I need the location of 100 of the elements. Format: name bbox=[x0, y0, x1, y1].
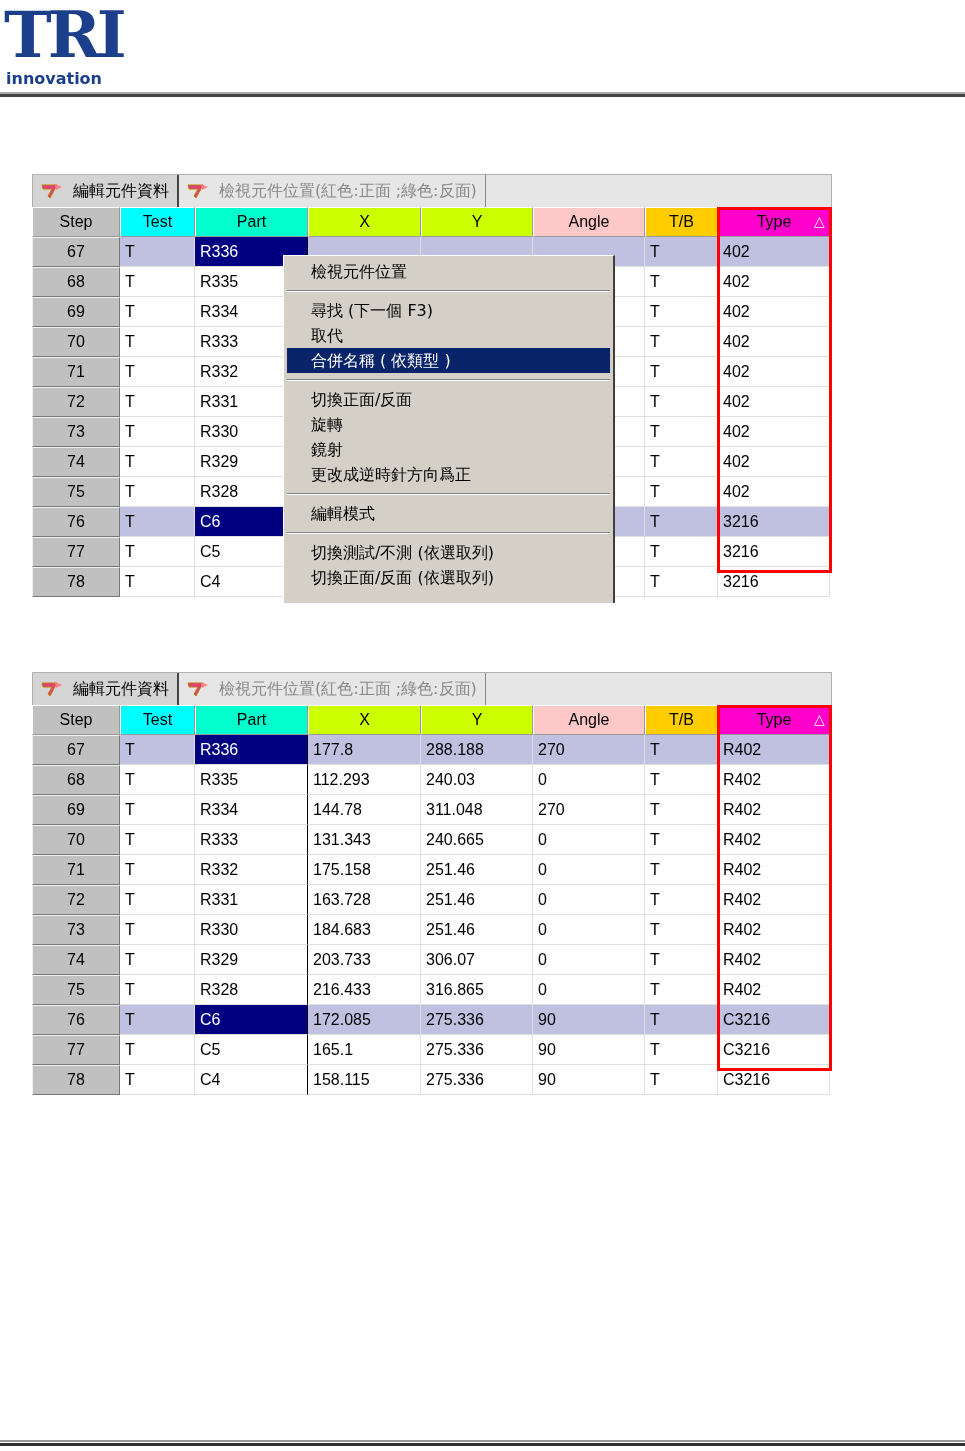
column-header[interactable]: X bbox=[308, 705, 421, 735]
column-header[interactable]: Angle bbox=[533, 705, 645, 735]
table-cell: T bbox=[120, 357, 195, 387]
row-header[interactable]: 76 bbox=[32, 1005, 120, 1035]
table-cell: 270 bbox=[533, 735, 645, 765]
table-cell: T bbox=[645, 507, 718, 537]
table-cell: 3216 bbox=[718, 507, 830, 537]
column-header[interactable]: X bbox=[308, 207, 421, 237]
row-header[interactable]: 75 bbox=[32, 477, 120, 507]
row-header[interactable]: 76 bbox=[32, 507, 120, 537]
row-header[interactable]: 69 bbox=[32, 297, 120, 327]
row-header[interactable]: 68 bbox=[32, 267, 120, 297]
table-cell: 288.188 bbox=[421, 735, 533, 765]
table-cell: 131.343 bbox=[308, 825, 421, 855]
logo-mark: TRI bbox=[4, 0, 123, 70]
row-header[interactable]: 73 bbox=[32, 417, 120, 447]
table-cell: 165.1 bbox=[308, 1035, 421, 1065]
row-header[interactable]: 67 bbox=[32, 735, 120, 765]
table-cell: 251.46 bbox=[421, 915, 533, 945]
table-cell: 0 bbox=[533, 915, 645, 945]
column-header[interactable]: T/B bbox=[645, 207, 718, 237]
table-cell: 251.46 bbox=[421, 885, 533, 915]
row-header[interactable]: 74 bbox=[32, 945, 120, 975]
tab-label: 檢視元件位置(紅色:正面 ;綠色:反面) bbox=[219, 180, 477, 202]
table-cell: 306.07 bbox=[421, 945, 533, 975]
column-label: T/B bbox=[669, 213, 694, 231]
tab-label: 編輯元件資料 bbox=[73, 678, 169, 700]
table-cell: R336 bbox=[195, 735, 308, 765]
table-cell: R328 bbox=[195, 975, 308, 1005]
row-header[interactable]: 68 bbox=[32, 765, 120, 795]
table-cell: 240.03 bbox=[421, 765, 533, 795]
table-cell: T bbox=[120, 765, 195, 795]
table-cell: 163.728 bbox=[308, 885, 421, 915]
table-cell: T bbox=[120, 477, 195, 507]
row-header[interactable]: 71 bbox=[32, 357, 120, 387]
table-cell: T bbox=[120, 537, 195, 567]
column-header[interactable]: Test bbox=[120, 207, 195, 237]
table-cell: 275.336 bbox=[421, 1065, 533, 1095]
row-header[interactable]: 75 bbox=[32, 975, 120, 1005]
column-header[interactable]: Part bbox=[195, 207, 308, 237]
column-header[interactable]: Angle bbox=[533, 207, 645, 237]
table-cell: 144.78 bbox=[308, 795, 421, 825]
column-header[interactable]: Y bbox=[421, 207, 533, 237]
table-cell: 0 bbox=[533, 765, 645, 795]
table-cell: R330 bbox=[195, 915, 308, 945]
column-label: Part bbox=[236, 711, 267, 729]
column-header[interactable]: Step bbox=[32, 207, 120, 237]
column-label: Y bbox=[471, 213, 483, 231]
table-cell: T bbox=[120, 855, 195, 885]
tab-label: 編輯元件資料 bbox=[73, 180, 169, 202]
row-header[interactable]: 71 bbox=[32, 855, 120, 885]
row-header[interactable]: 78 bbox=[32, 1065, 120, 1095]
table-cell: R331 bbox=[195, 885, 308, 915]
column-header[interactable]: Part bbox=[195, 705, 308, 735]
table-cell: T bbox=[120, 297, 195, 327]
table-cell: T bbox=[120, 237, 195, 267]
column-label: X bbox=[359, 711, 370, 729]
table-cell: 270 bbox=[533, 795, 645, 825]
row-header[interactable]: 72 bbox=[32, 885, 120, 915]
column-header[interactable]: Step bbox=[32, 705, 120, 735]
table-cell: 158.115 bbox=[308, 1065, 421, 1095]
row-header[interactable]: 74 bbox=[32, 447, 120, 477]
table-cell: 90 bbox=[533, 1035, 645, 1065]
menu-item[interactable]: 合併名稱 ( 依類型 ) bbox=[287, 348, 610, 373]
column-label: T/B bbox=[669, 711, 694, 729]
column-label: Part bbox=[236, 213, 267, 231]
table-cell: T bbox=[645, 237, 718, 267]
row-header[interactable]: 73 bbox=[32, 915, 120, 945]
tab[interactable]: 編輯元件資料 bbox=[33, 175, 179, 207]
table-cell: T bbox=[645, 735, 718, 765]
table-cell: 216.433 bbox=[308, 975, 421, 1005]
table-cell: 311.048 bbox=[421, 795, 533, 825]
column-label: Test bbox=[142, 213, 173, 231]
column-label: Type bbox=[756, 711, 792, 729]
tab[interactable]: 編輯元件資料 bbox=[33, 673, 179, 705]
row-header[interactable]: 77 bbox=[32, 1035, 120, 1065]
column-header[interactable]: Y bbox=[421, 705, 533, 735]
column-header[interactable]: T/B bbox=[645, 705, 718, 735]
table-cell: T bbox=[120, 387, 195, 417]
row-header[interactable]: 78 bbox=[32, 567, 120, 597]
row-header[interactable]: 77 bbox=[32, 537, 120, 567]
table-cell: T bbox=[120, 915, 195, 945]
table-cell: T bbox=[120, 885, 195, 915]
column-label: Y bbox=[471, 711, 483, 729]
table-cell: T bbox=[120, 795, 195, 825]
table-cell: 184.683 bbox=[308, 915, 421, 945]
row-header[interactable]: 72 bbox=[32, 387, 120, 417]
table-cell: T bbox=[120, 975, 195, 1005]
table-cell: T bbox=[120, 1065, 195, 1095]
column-header[interactable]: Test bbox=[120, 705, 195, 735]
table-cell: C3216 bbox=[718, 1005, 830, 1035]
table-cell: T bbox=[120, 267, 195, 297]
table-cell: 175.158 bbox=[308, 855, 421, 885]
table-cell: R333 bbox=[195, 825, 308, 855]
row-header[interactable]: 70 bbox=[32, 825, 120, 855]
row-header[interactable]: 70 bbox=[32, 327, 120, 357]
row-header[interactable]: 69 bbox=[32, 795, 120, 825]
table-cell: 275.336 bbox=[421, 1005, 533, 1035]
table-cell: 90 bbox=[533, 1065, 645, 1095]
row-header[interactable]: 67 bbox=[32, 237, 120, 267]
